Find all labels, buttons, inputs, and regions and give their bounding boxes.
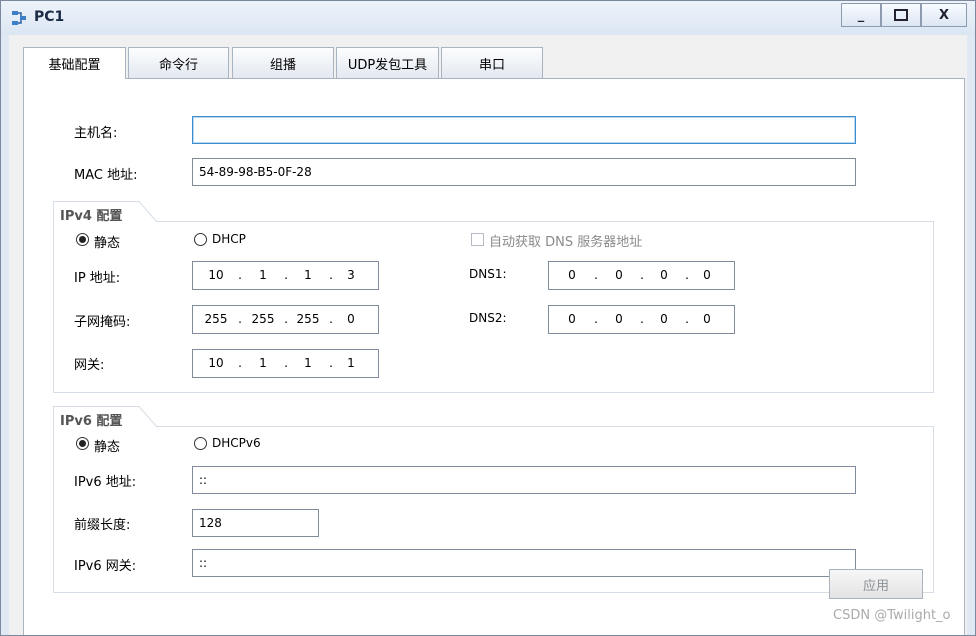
subnet-mask-label: 子网掩码: [74, 315, 131, 330]
ip-address-label: IP 地址: [74, 271, 121, 286]
ip-separator: . [284, 312, 288, 326]
mac-address-input[interactable] [192, 158, 856, 186]
mac-label: MAC 地址: [74, 168, 138, 183]
ip-separator: . [640, 268, 644, 282]
dns2-label: DNS2: [469, 311, 507, 325]
tab-basic-config[interactable]: 基础配置 [23, 47, 126, 79]
ipv6-static-radio[interactable] [76, 437, 89, 450]
prefix-length-label: 前缀长度: [74, 518, 131, 533]
dns1-label: DNS1: [469, 267, 507, 281]
ip-separator: . [238, 356, 242, 370]
ip-separator: . [284, 268, 288, 282]
ip-separator: . [685, 312, 689, 326]
ip-octet: 1 [259, 268, 267, 282]
dns2-octet: 0 [615, 312, 623, 326]
ip-separator: . [238, 312, 242, 326]
ipv6-dhcp-label: DHCPv6 [212, 436, 261, 450]
ipv6-static-label: 静态 [94, 440, 121, 455]
ipv4-title: IPv4 配置 [60, 209, 123, 224]
ipv6-gateway-input[interactable] [192, 549, 856, 577]
ipv6-gateway-label: IPv6 网关: [74, 559, 137, 574]
ip-separator: . [685, 268, 689, 282]
ip-separator: . [640, 312, 644, 326]
gateway-input[interactable]: 10 . 1 . 1 . 1 [192, 349, 379, 378]
dns1-octet: 0 [568, 268, 576, 282]
ip-octet: 1 [304, 268, 312, 282]
mask-octet: 255 [204, 312, 228, 326]
prefix-length-input[interactable] [192, 509, 319, 537]
ipv4-dhcp-label: DHCP [212, 232, 246, 246]
dns1-octet: 0 [660, 268, 668, 282]
auto-dns-checkbox[interactable] [471, 233, 484, 246]
close-button[interactable]: X [921, 3, 967, 27]
window-content: 基础配置 命令行 组播 UDP发包工具 串口 主机名: MAC 地址: IPv4… [9, 35, 967, 635]
title-bar[interactable]: PC1 _ X [1, 1, 975, 35]
gateway-octet: 1 [259, 356, 267, 370]
basic-config-panel: 主机名: MAC 地址: IPv4 配置 静态 DHCP 自动获取 DNS 服务… [23, 78, 965, 635]
dns2-octet: 0 [568, 312, 576, 326]
gateway-octet: 1 [347, 356, 355, 370]
ip-separator: . [329, 268, 333, 282]
watermark: CSDN @Twilight_o [833, 608, 951, 623]
ip-separator: . [284, 356, 288, 370]
ipv4-static-radio[interactable] [76, 233, 89, 246]
hostname-label: 主机名: [74, 126, 118, 141]
pc1-window: PC1 _ X 基础配置 命令行 组播 UDP发包工具 串口 主机名: MAC … [0, 0, 976, 636]
dns1-input[interactable]: 0 . 0 . 0 . 0 [548, 261, 735, 290]
dns2-octet: 0 [660, 312, 668, 326]
gateway-octet: 1 [304, 356, 312, 370]
ip-address-input[interactable]: 10 . 1 . 1 . 3 [192, 261, 379, 290]
ipv6-address-label: IPv6 地址: [74, 475, 137, 490]
dns1-octet: 0 [703, 268, 711, 282]
ip-octet: 3 [347, 268, 355, 282]
dns2-octet: 0 [703, 312, 711, 326]
ip-separator: . [329, 356, 333, 370]
hostname-input[interactable] [192, 116, 856, 144]
mask-octet: 255 [251, 312, 275, 326]
subnet-mask-input[interactable]: 255 . 255 . 255 . 0 [192, 305, 379, 334]
mask-octet: 0 [347, 312, 355, 326]
window-title: PC1 [34, 9, 65, 25]
ip-separator: . [594, 312, 598, 326]
minimize-button[interactable]: _ [841, 3, 881, 27]
tab-command-line[interactable]: 命令行 [128, 47, 229, 78]
ip-separator: . [238, 268, 242, 282]
network-pc-icon [12, 11, 26, 25]
ipv4-static-label: 静态 [94, 236, 121, 251]
ip-octet: 10 [208, 268, 224, 282]
mask-octet: 255 [296, 312, 320, 326]
tab-serial[interactable]: 串口 [441, 47, 543, 78]
tab-multicast[interactable]: 组播 [232, 47, 334, 78]
auto-dns-label: 自动获取 DNS 服务器地址 [489, 235, 643, 250]
dns1-octet: 0 [615, 268, 623, 282]
ipv6-dhcp-radio[interactable] [194, 437, 207, 450]
dns2-input[interactable]: 0 . 0 . 0 . 0 [548, 305, 735, 334]
apply-button[interactable]: 应用 [829, 569, 923, 599]
ip-separator: . [329, 312, 333, 326]
gateway-label: 网关: [74, 358, 105, 373]
gateway-octet: 10 [208, 356, 224, 370]
ip-separator: . [594, 268, 598, 282]
ipv6-title: IPv6 配置 [60, 414, 123, 429]
tab-udp-tool[interactable]: UDP发包工具 [336, 47, 439, 78]
maximize-icon [894, 9, 908, 21]
ipv4-dhcp-radio[interactable] [194, 233, 207, 246]
ipv6-address-input[interactable] [192, 466, 856, 494]
maximize-button[interactable] [881, 3, 921, 27]
